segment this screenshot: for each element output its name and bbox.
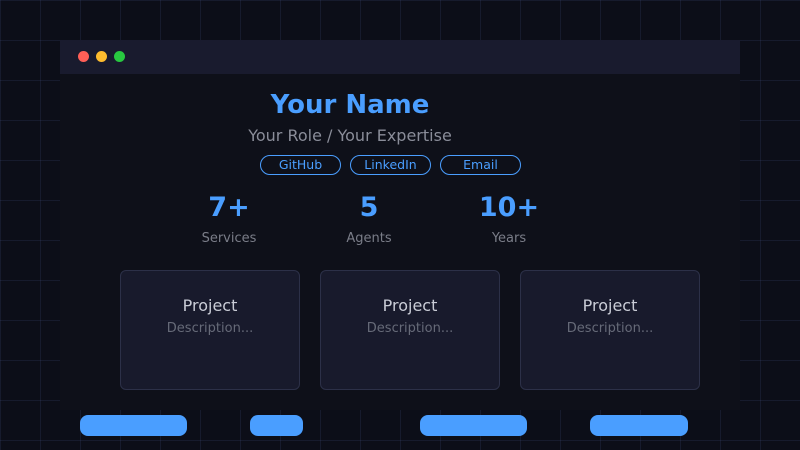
project-card[interactable]: Project Description... (120, 270, 300, 390)
profile-name: Your Name (270, 90, 430, 120)
bottom-button-3[interactable] (420, 415, 527, 436)
bottom-button-1[interactable] (80, 415, 187, 436)
project-description: Description... (366, 321, 454, 336)
stat-years: 10+ Years (449, 192, 569, 248)
stat-label: Years (491, 231, 527, 246)
bottom-button-2[interactable] (250, 415, 303, 436)
linkedin-link[interactable]: LinkedIn (350, 155, 431, 175)
profile-role: Your Role / Your Expertise (248, 126, 452, 145)
project-title: Project (382, 296, 438, 315)
stat-label: Services (201, 231, 257, 246)
project-card[interactable]: Project Description... (320, 270, 500, 390)
stat-agents: 5 Agents (309, 192, 429, 248)
minimize-window-dot[interactable] (96, 51, 107, 62)
window-titlebar (60, 40, 740, 74)
stat-value: 10+ (478, 192, 540, 223)
close-window-dot[interactable] (78, 51, 89, 62)
stat-label: Agents (346, 231, 392, 246)
maximize-window-dot[interactable] (114, 51, 125, 62)
project-description: Description... (566, 321, 654, 336)
email-link[interactable]: Email (440, 155, 521, 175)
bottom-button-4[interactable] (590, 415, 688, 436)
browser-window: Your Name Your Role / Your Expertise Git… (60, 40, 740, 410)
project-title: Project (582, 296, 638, 315)
project-description: Description... (166, 321, 254, 336)
github-link[interactable]: GitHub (260, 155, 341, 175)
project-title: Project (182, 296, 238, 315)
stat-value: 5 (359, 192, 379, 223)
project-card[interactable]: Project Description... (520, 270, 700, 390)
stat-value: 7+ (208, 192, 250, 223)
stat-services: 7+ Services (169, 192, 289, 248)
